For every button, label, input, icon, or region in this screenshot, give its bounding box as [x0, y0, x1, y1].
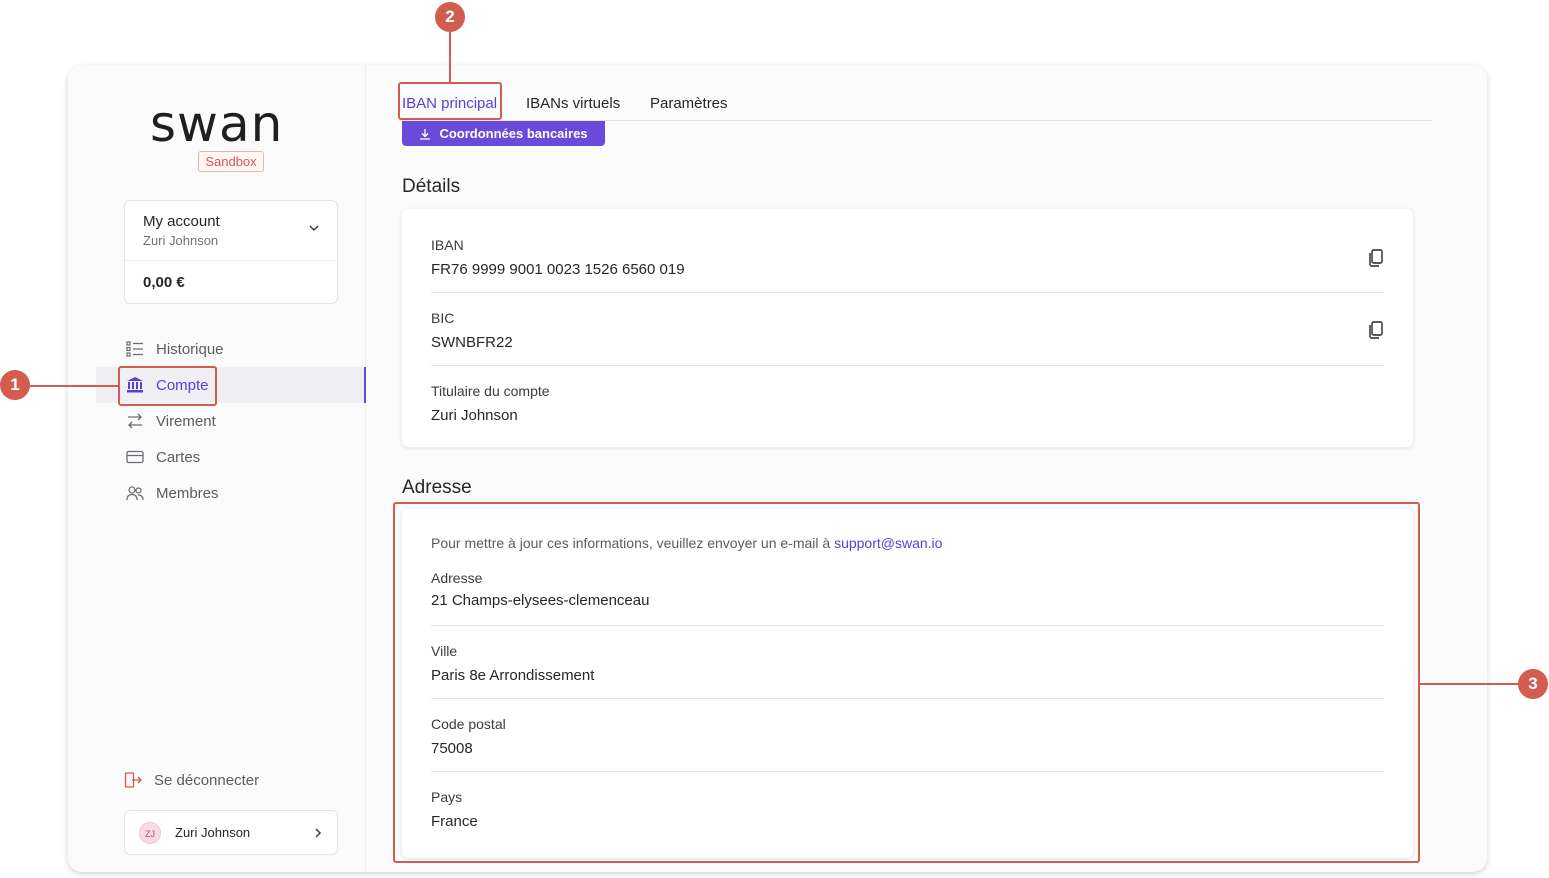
address-title: Adresse	[402, 477, 472, 498]
sidebar-item-label: Cartes	[156, 448, 201, 466]
download-bank-details-button[interactable]: Coordonnées bancaires	[402, 121, 605, 146]
logout-button[interactable]: Se déconnecter	[124, 771, 259, 789]
highlight-iban-tab	[398, 82, 502, 120]
card-icon	[126, 448, 144, 466]
bic-value: SWNBFR22	[431, 334, 513, 351]
chevron-right-icon[interactable]	[311, 826, 325, 840]
callout-line	[449, 32, 451, 82]
account-name: My account	[143, 213, 220, 230]
transfer-icon	[126, 412, 144, 430]
sidebar-item-label: Historique	[156, 340, 224, 358]
highlight-address	[393, 502, 1420, 863]
chevron-down-icon[interactable]	[307, 221, 321, 235]
account-balance: 0,00 €	[143, 274, 185, 291]
callout-line	[30, 385, 118, 387]
copy-icon[interactable]	[1368, 249, 1384, 267]
sidebar: swan Sandbox My account Zuri Johnson 0,0…	[68, 65, 366, 872]
tab-ibans-virtuels[interactable]: IBANs virtuels	[526, 95, 620, 112]
copy-icon[interactable]	[1368, 321, 1384, 339]
divider	[125, 260, 337, 261]
iban-field: IBAN FR76 9999 9001 0023 1526 6560 019	[431, 237, 1384, 278]
callout-1: 1	[0, 370, 30, 400]
details-card: IBAN FR76 9999 9001 0023 1526 6560 019 B…	[402, 209, 1413, 447]
iban-value: FR76 9999 9001 0023 1526 6560 019	[431, 261, 685, 278]
list-icon	[126, 340, 144, 358]
details-title: Détails	[402, 176, 461, 197]
bic-field: BIC SWNBFR22	[431, 310, 1384, 351]
tab-bar: IBAN principal IBANs virtuels Paramètres	[402, 93, 1432, 121]
sidebar-item-label: Membres	[156, 484, 219, 502]
sidebar-item-virement[interactable]: Virement	[96, 403, 366, 439]
download-button-label: Coordonnées bancaires	[439, 126, 588, 141]
divider	[431, 365, 1384, 366]
account-holder: Zuri Johnson	[143, 233, 219, 248]
holder-field: Titulaire du compte Zuri Johnson	[431, 383, 1384, 424]
holder-value: Zuri Johnson	[431, 407, 518, 424]
sidebar-item-cartes[interactable]: Cartes	[96, 439, 366, 475]
field-label: IBAN	[431, 237, 464, 253]
divider	[431, 292, 1384, 293]
tab-parametres[interactable]: Paramètres	[650, 95, 728, 112]
callout-line	[1420, 683, 1518, 685]
sidebar-item-historique[interactable]: Historique	[96, 331, 366, 367]
user-menu[interactable]: ZJ Zuri Johnson	[124, 810, 338, 855]
field-label: Titulaire du compte	[431, 383, 550, 399]
sidebar-item-label: Virement	[156, 412, 216, 430]
swan-logo: swan	[150, 95, 284, 153]
highlight-compte	[118, 366, 217, 406]
sandbox-badge: Sandbox	[198, 151, 264, 172]
field-label: BIC	[431, 310, 455, 326]
callout-3: 3	[1518, 669, 1548, 699]
callout-2: 2	[435, 2, 465, 32]
members-icon	[126, 484, 144, 502]
download-icon	[419, 128, 431, 140]
account-switcher[interactable]: My account Zuri Johnson 0,00 €	[124, 200, 338, 304]
sidebar-item-membres[interactable]: Membres	[96, 475, 366, 511]
logout-icon	[124, 771, 142, 789]
logout-label: Se déconnecter	[154, 771, 260, 789]
avatar: ZJ	[139, 821, 161, 844]
user-name: Zuri Johnson	[175, 825, 251, 840]
